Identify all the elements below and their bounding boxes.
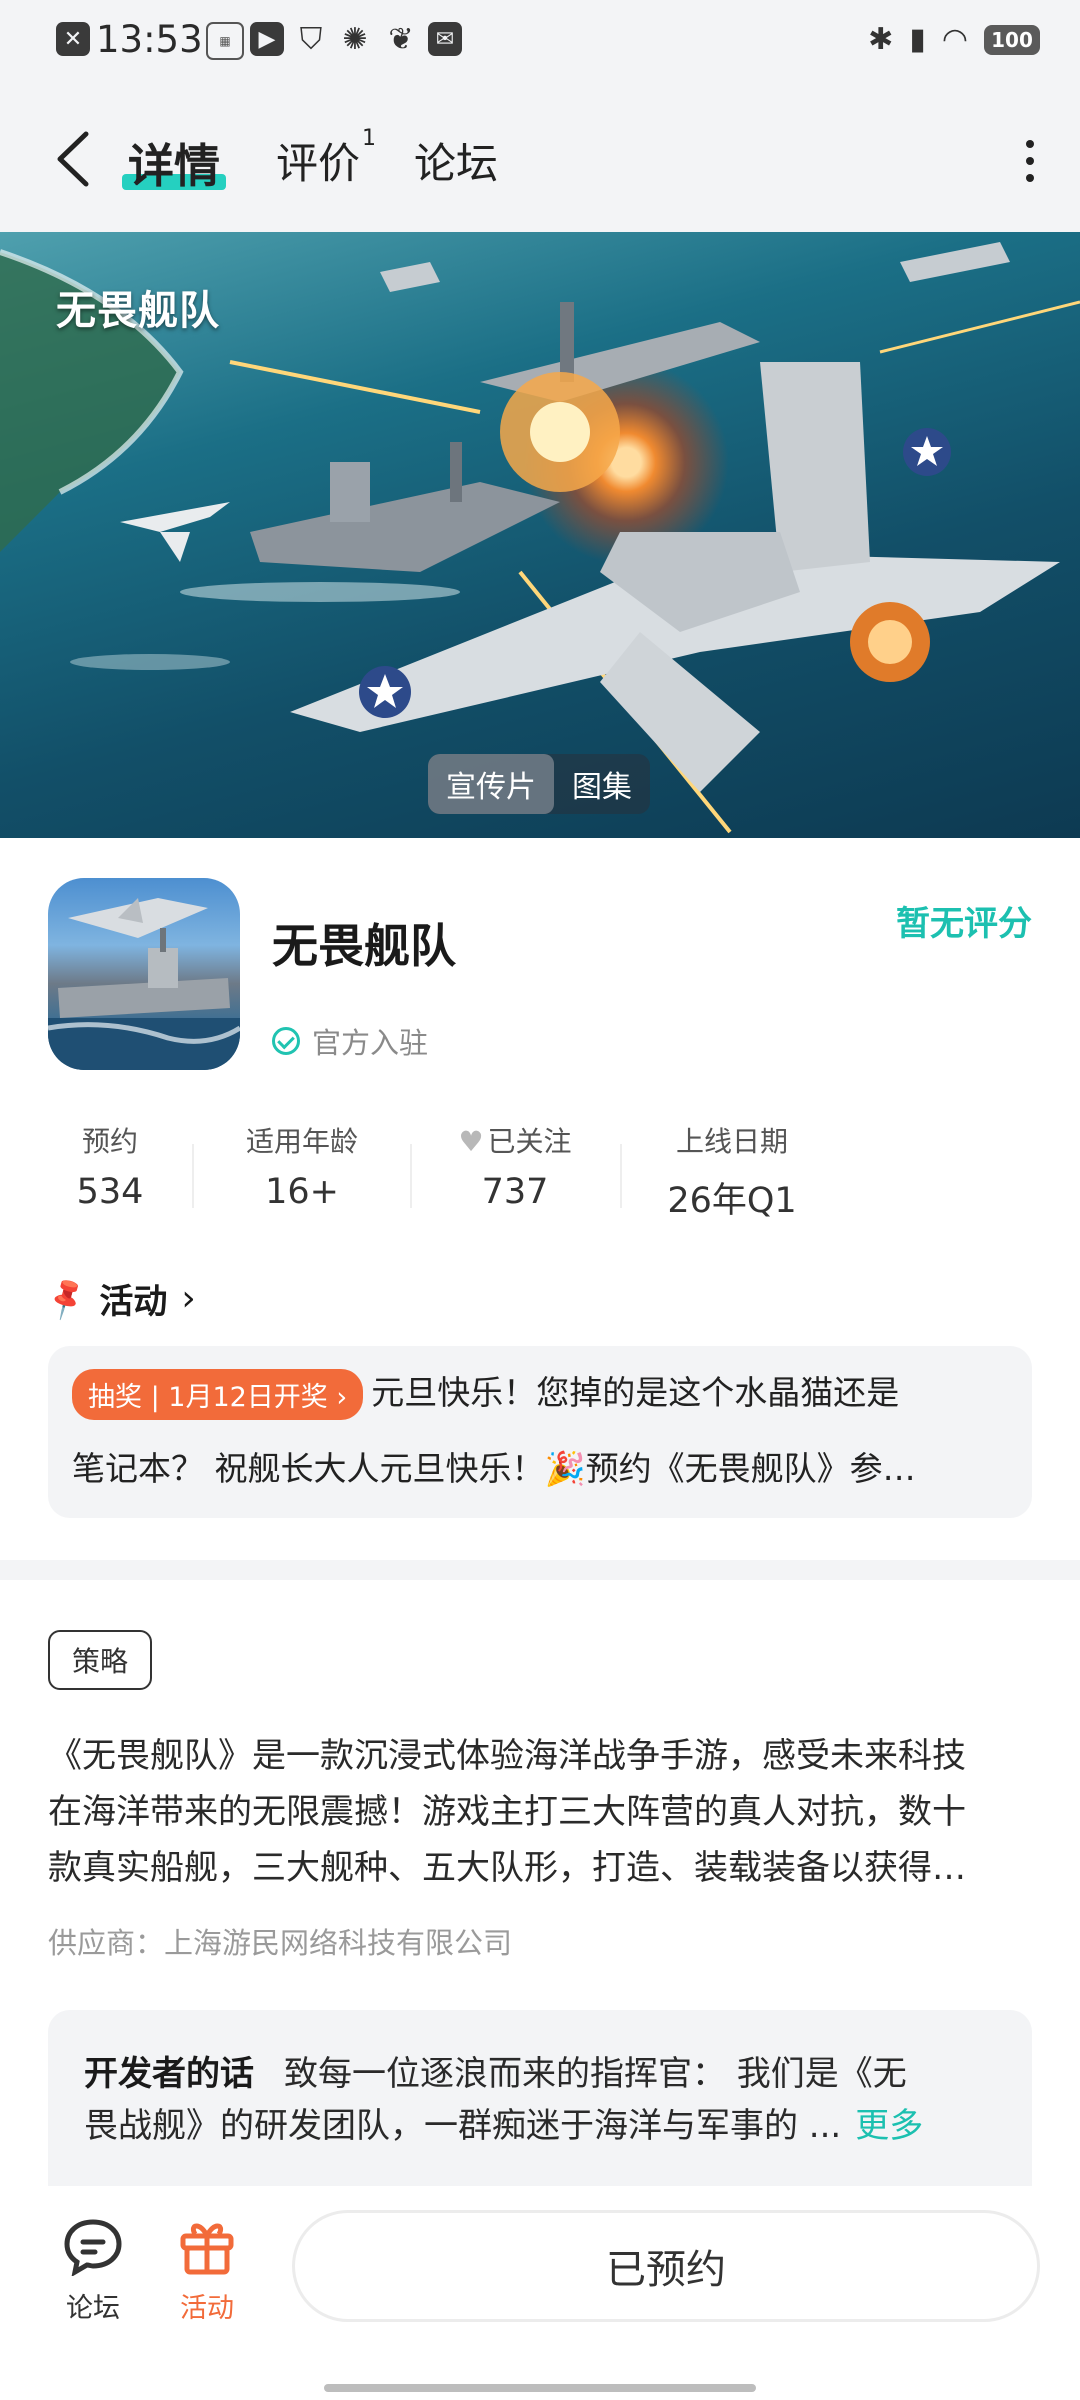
- stat-reservations: 预约 534: [50, 1120, 170, 1212]
- tab-review[interactable]: 评价1: [276, 126, 376, 191]
- shield-icon: ⛉: [299, 21, 323, 57]
- tab-detail[interactable]: 详情: [128, 130, 220, 196]
- hero-banner[interactable]: 无畏舰队 宣传片 图集: [0, 232, 1080, 838]
- developer-line-1: 开发者的话 致每一位逐浪而来的指挥官： 我们是《无: [84, 2054, 907, 2094]
- stats-row: 预约 534 适用年龄 16+ ♥ 已关注 737 上线日期 26年Q1: [0, 1120, 1080, 1230]
- stat-value: 534: [76, 1172, 144, 1212]
- stat-followers[interactable]: ♥ 已关注 737: [440, 1120, 590, 1212]
- forum-nav-label: 论坛: [66, 2293, 120, 2324]
- description-card: 策略 《无畏舰队》是一款沉浸式体验海洋战争手游，感受未来科技 在海洋带来的无限震…: [0, 1580, 1080, 2210]
- divider: [410, 1144, 412, 1208]
- description-line: 款真实船舰，三大舰种、五大队形，打造、装载装备以获得…: [48, 1848, 966, 1888]
- activity-nav-button[interactable]: 活动: [152, 2216, 262, 2325]
- chevron-right-icon: ›: [181, 1278, 196, 1319]
- genre-tag[interactable]: 策略: [48, 1630, 153, 1690]
- tab-forum[interactable]: 论坛: [414, 130, 498, 191]
- supplier-text: 供应商：上海游民网络科技有限公司: [48, 1926, 513, 1960]
- bluetooth-icon: ✱: [868, 22, 894, 57]
- stat-label: 预约: [81, 1125, 138, 1158]
- media-tab-gallery[interactable]: 图集: [554, 754, 650, 814]
- developer-note-title: 开发者的话: [84, 2054, 254, 2094]
- wifi-icon: ◠: [941, 22, 968, 57]
- official-label: 官方入驻: [312, 1026, 429, 1060]
- activity-line-2: 笔记本？ 祝舰长大人元旦快乐！🎉预约《无畏舰队》参…: [72, 1449, 916, 1488]
- app-name: 无畏舰队: [272, 919, 456, 973]
- lottery-badge: 抽奖 | 1月12日开奖 ›: [72, 1369, 364, 1420]
- stat-label: 适用年龄: [245, 1125, 358, 1158]
- description-text[interactable]: 《无畏舰队》是一款沉浸式体验海洋战争手游，感受未来科技 在海洋带来的无限震撼！游…: [48, 1728, 1032, 1896]
- description-line: 在海洋带来的无限震撼！游戏主打三大阵营的真人对抗，数十: [48, 1792, 966, 1832]
- forum-nav-button[interactable]: 论坛: [38, 2216, 148, 2325]
- video-notification-icon: ▶: [250, 22, 284, 56]
- more-options-icon[interactable]: [1020, 136, 1040, 186]
- fire-notification-icon: ✺: [342, 21, 368, 57]
- stat-value: 737: [481, 1172, 549, 1212]
- stat-value: 26年Q1: [667, 1181, 797, 1221]
- activity-nav-label: 活动: [180, 2293, 234, 2324]
- home-indicator[interactable]: [324, 2384, 756, 2392]
- game-logo: 无畏舰队: [56, 288, 220, 334]
- app-info-card: 无畏舰队 暂无评分 官方入驻 预约 534 适用年龄 16+ ♥ 已关注 737 …: [0, 838, 1080, 1560]
- activity-line-1: 抽奖 | 1月12日开奖 › 元旦快乐！您掉的是这个水晶猫还是: [72, 1366, 899, 1420]
- stat-release-date: 上线日期 26年Q1: [660, 1120, 804, 1223]
- reserved-button[interactable]: 已预约: [292, 2210, 1040, 2322]
- media-tabs: 宣传片 图集: [428, 754, 650, 814]
- status-right: ✱ ▮ ◠ 100: [868, 22, 1040, 57]
- battery-icon: 100: [984, 24, 1040, 55]
- gift-icon: [180, 2223, 234, 2275]
- divider: [192, 1144, 194, 1208]
- pin-icon: 📌: [41, 1274, 92, 1323]
- app-notification-icon: ▦: [206, 22, 244, 60]
- stat-label: 上线日期: [675, 1125, 788, 1158]
- leaf-notification-icon: ❦: [388, 21, 414, 57]
- review-count-badge: 1: [362, 126, 377, 151]
- heart-check-icon: ♥: [458, 1125, 484, 1158]
- developer-line-2: 畏战舰》的研发团队，一群痴迷于海洋与军事的 ... 更多: [84, 2106, 924, 2146]
- check-circle-icon: [272, 1027, 300, 1055]
- vibrate-icon: ▮: [909, 22, 926, 57]
- chat-bubble-icon: [64, 2219, 122, 2277]
- back-arrow-icon[interactable]: [50, 126, 100, 192]
- activity-section-header[interactable]: 📌 活动 ›: [42, 1274, 196, 1323]
- official-badge: 官方入驻: [272, 1020, 428, 1062]
- app-icon: [48, 878, 240, 1070]
- message-notification-icon: ✉: [428, 22, 462, 56]
- developer-note-card[interactable]: 开发者的话 致每一位逐浪而来的指挥官： 我们是《无 畏战舰》的研发团队，一群痴迷于…: [48, 2010, 1032, 2210]
- divider: [620, 1144, 622, 1208]
- activity-heading: 活动: [99, 1282, 168, 1322]
- stat-age-rating: 适用年龄 16+: [230, 1120, 374, 1212]
- stat-label: 已关注: [487, 1125, 572, 1158]
- stat-value: 16+: [265, 1172, 339, 1212]
- description-line: 《无畏舰队》是一款沉浸式体验海洋战争手游，感受未来科技: [48, 1736, 966, 1776]
- media-tab-trailer[interactable]: 宣传片: [428, 754, 554, 814]
- more-link[interactable]: 更多: [855, 2106, 923, 2146]
- rating-label[interactable]: 暂无评分: [896, 896, 1032, 945]
- activity-card[interactable]: 抽奖 | 1月12日开奖 › 元旦快乐！您掉的是这个水晶猫还是 笔记本？ 祝舰长大…: [48, 1346, 1032, 1518]
- notification-icon: ✕: [56, 22, 90, 56]
- status-bar: ✕ 13:53 ▦ ▶ ⛉ ✺ ❦ ✉ ✱ ▮ ◠ 100: [0, 0, 1080, 86]
- header: 详情 评价1 论坛: [0, 86, 1080, 232]
- bottom-action-bar: 论坛 活动 已预约: [0, 2186, 1080, 2400]
- status-time: 13:53: [96, 18, 203, 61]
